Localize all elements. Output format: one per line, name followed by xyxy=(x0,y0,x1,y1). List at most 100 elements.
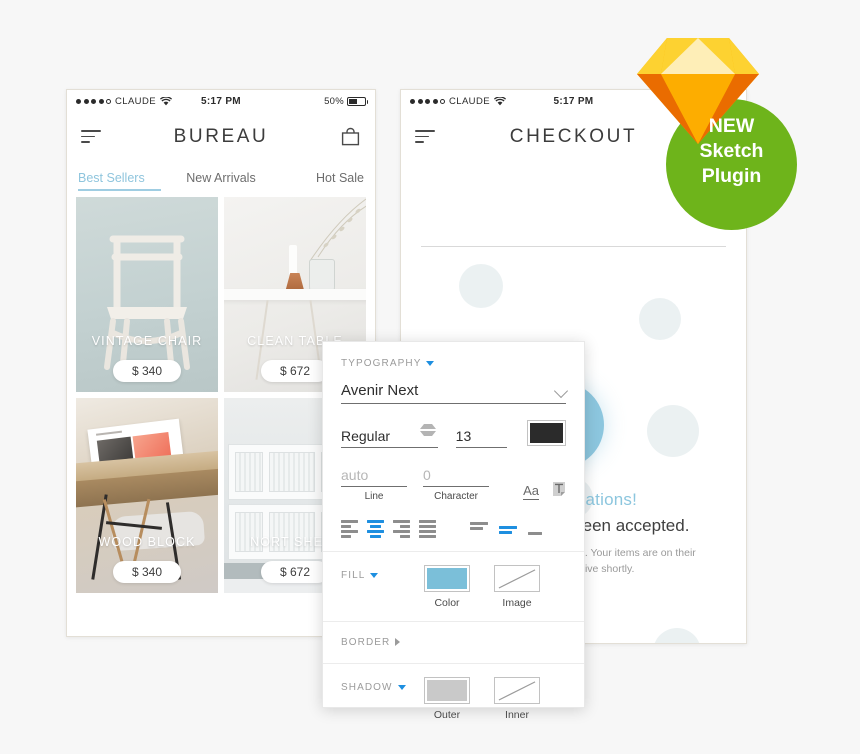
shadow-inner-label: Inner xyxy=(505,708,529,721)
image-placeholder-icon xyxy=(494,564,540,592)
tab-new-arrivals[interactable]: New Arrivals xyxy=(173,171,268,191)
product-card[interactable]: VINTAGE CHAIR $ 340 xyxy=(76,197,218,392)
character-spacing-field[interactable]: 0 xyxy=(423,467,490,487)
text-case-icon[interactable]: Aa xyxy=(523,484,539,500)
alignment-row xyxy=(341,520,566,538)
character-spacing-value: 0 xyxy=(423,467,431,483)
align-left-icon[interactable] xyxy=(341,520,358,538)
font-family-field[interactable]: Avenir Next xyxy=(341,382,569,404)
font-size-value: 13 xyxy=(455,428,472,444)
product-price: $ 340 xyxy=(112,360,182,382)
border-section: BORDER xyxy=(323,622,584,664)
chevron-down-icon[interactable] xyxy=(553,383,569,399)
tab-best-sellers[interactable]: Best Sellers xyxy=(78,171,173,191)
spacing-row: auto Line 0 Character Aa xyxy=(341,467,566,502)
valign-middle-icon[interactable] xyxy=(499,521,517,537)
app-nav-bar: BUREAU xyxy=(67,113,375,160)
shadow-outer-option[interactable]: Outer xyxy=(421,676,473,721)
badge-line-2: Sketch xyxy=(699,140,764,162)
line-spacing-value: auto xyxy=(341,467,369,483)
shopping-bag-icon[interactable] xyxy=(340,127,361,147)
line-spacing-group: auto Line xyxy=(341,467,408,502)
valign-top-icon[interactable] xyxy=(470,521,488,537)
shadow-outer-label: Outer xyxy=(433,708,461,721)
tab-hot-sale[interactable]: Hot Sale xyxy=(269,171,364,191)
font-family-value: Avenir Next xyxy=(341,382,419,399)
align-center-icon[interactable] xyxy=(367,520,384,538)
chevron-right-icon[interactable] xyxy=(395,638,401,647)
badge-text: NEW Sketch Plugin xyxy=(666,114,797,189)
status-bar-left: CLAUDE xyxy=(67,96,172,107)
border-section-header[interactable]: BORDER xyxy=(341,637,566,648)
fill-color-label: Color xyxy=(434,596,460,609)
align-right-icon[interactable] xyxy=(393,520,410,538)
decorative-blob xyxy=(653,628,701,643)
divider xyxy=(421,246,726,247)
color-swatch-icon xyxy=(424,564,470,592)
signal-strength-icon xyxy=(410,99,445,104)
chevron-down-icon[interactable] xyxy=(370,572,379,578)
vertical-alignment-group xyxy=(470,521,546,537)
badge-line-3: Plugin xyxy=(701,165,762,187)
font-weight-size-row: Regular 13 xyxy=(341,420,567,448)
fill-section-label: FILL xyxy=(341,569,366,581)
wifi-icon xyxy=(493,97,506,106)
typography-section-label: TYPOGRAPHY xyxy=(341,358,422,369)
stepper-icon[interactable] xyxy=(419,419,436,441)
typography-section-header[interactable]: TYPOGRAPHY xyxy=(341,358,566,369)
signal-strength-icon xyxy=(76,99,111,104)
line-spacing-field[interactable]: auto xyxy=(341,467,408,487)
product-price: $ 340 xyxy=(112,561,182,583)
text-list-icon[interactable] xyxy=(552,481,566,500)
product-price: $ 672 xyxy=(260,360,330,382)
hamburger-menu-icon[interactable] xyxy=(415,130,435,143)
line-spacing-label: Line xyxy=(364,491,384,502)
shadow-inner-option[interactable]: Inner xyxy=(491,676,543,721)
typography-section: TYPOGRAPHY Avenir Next Regular 13 auto L… xyxy=(323,342,584,552)
font-weight-field[interactable]: Regular xyxy=(341,424,438,448)
align-justify-icon[interactable] xyxy=(419,520,436,538)
sketch-plugin-badge: NEW Sketch Plugin xyxy=(637,30,842,230)
fill-image-option[interactable]: Image xyxy=(491,564,543,609)
badge-line-1: NEW xyxy=(708,115,755,137)
carrier-label: CLAUDE xyxy=(449,96,490,107)
decorative-blob xyxy=(639,298,681,340)
status-bar: CLAUDE 5:17 PM 50% xyxy=(67,90,375,113)
fill-section-header[interactable]: FILL xyxy=(341,565,421,581)
outer-shadow-icon xyxy=(424,676,470,704)
text-color-swatch[interactable] xyxy=(526,420,567,446)
chevron-down-icon[interactable] xyxy=(397,684,406,690)
battery-icon xyxy=(347,96,368,107)
product-price: $ 672 xyxy=(260,561,330,583)
shadow-section-header[interactable]: SHADOW xyxy=(341,677,421,693)
text-alignment-group xyxy=(341,520,436,538)
font-size-field[interactable]: 13 xyxy=(455,428,507,448)
decorative-blob xyxy=(459,264,503,308)
fill-color-option[interactable]: Color xyxy=(421,564,473,609)
wifi-icon xyxy=(159,97,172,106)
fill-section: FILL Color Image xyxy=(323,552,584,622)
status-bar-right: 50% xyxy=(324,96,375,107)
border-section-label: BORDER xyxy=(341,636,391,648)
inspector-panel: TYPOGRAPHY Avenir Next Regular 13 auto L… xyxy=(322,341,585,721)
valign-bottom-icon[interactable] xyxy=(528,521,546,537)
decorative-blob xyxy=(647,405,699,457)
battery-percent-label: 50% xyxy=(324,96,344,107)
shadow-section-label: SHADOW xyxy=(341,681,393,693)
hamburger-menu-icon[interactable] xyxy=(81,130,101,143)
product-name: VINTAGE CHAIR xyxy=(91,334,203,348)
carrier-label: CLAUDE xyxy=(115,96,156,107)
product-name: WOOD BLOCK xyxy=(98,535,196,549)
chevron-down-icon[interactable] xyxy=(426,361,435,366)
page-title: BUREAU xyxy=(173,125,269,147)
fill-image-label: Image xyxy=(502,596,532,609)
status-bar-left: CLAUDE xyxy=(401,96,506,107)
canvas: CLAUDE 5:17 PM 50% BUREAU Best Sellers N… xyxy=(0,0,860,754)
text-style-icons: Aa xyxy=(523,481,566,500)
character-spacing-label: Character xyxy=(434,491,479,502)
category-tabs: Best Sellers New Arrivals Hot Sale xyxy=(67,160,375,191)
shadow-section: SHADOW Outer Inner xyxy=(323,664,584,735)
product-card[interactable]: WOOD BLOCK $ 340 xyxy=(76,398,218,593)
inner-shadow-icon xyxy=(494,676,540,704)
character-spacing-group: 0 Character xyxy=(423,467,490,502)
